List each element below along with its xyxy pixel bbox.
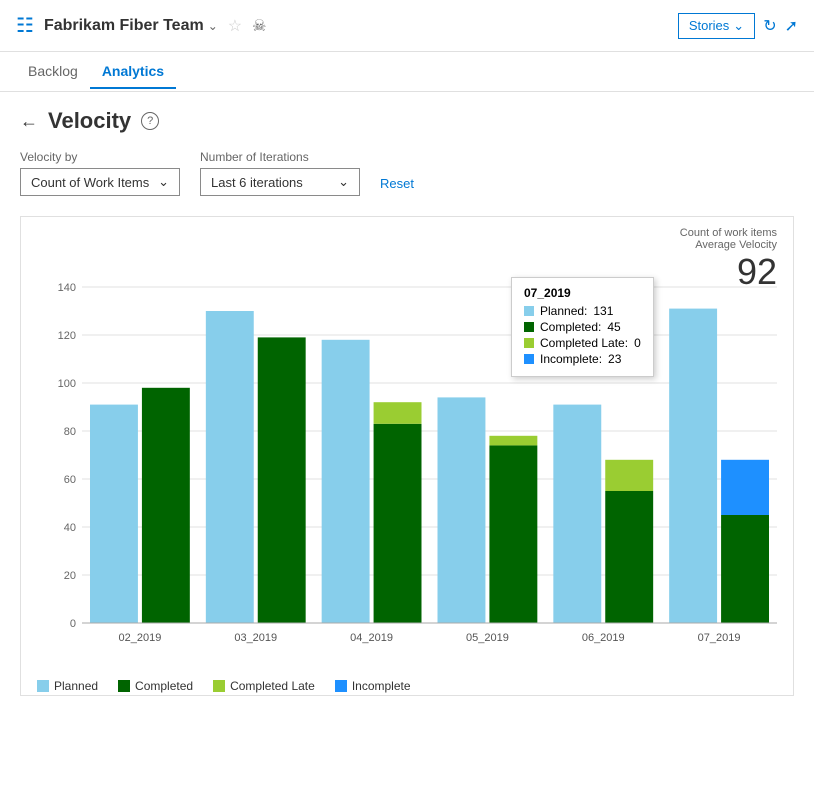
tooltip-box: 07_2019 Planned: 131 Completed: 45 Compl… <box>511 277 654 377</box>
legend-incomplete-color <box>335 680 347 692</box>
favorite-icon[interactable]: ☆ <box>228 16 242 36</box>
svg-text:100: 100 <box>58 378 76 390</box>
iterations-dropdown[interactable]: Last 6 iterations ⌄ <box>200 168 360 196</box>
tooltip-completed-late-label: Completed Late: <box>540 336 628 350</box>
legend-completed-late-label: Completed Late <box>230 679 315 693</box>
back-arrow-icon[interactable]: ← <box>20 111 38 132</box>
tooltip-completed-label: Completed: <box>540 320 601 334</box>
header-right: Stories ⌄ ↻ ➚ <box>678 13 798 39</box>
svg-text:02_2019: 02_2019 <box>119 632 162 644</box>
iterations-chevron-icon: ⌄ <box>338 174 349 190</box>
header: ☷ Fabrikam Fiber Team ⌄ ☆ ☠ Stories ⌄ ↻ … <box>0 0 814 52</box>
iterations-value: Last 6 iterations <box>211 175 303 190</box>
legend-incomplete-label: Incomplete <box>352 679 411 693</box>
chart-legend: Planned Completed Completed Late Incompl… <box>37 671 777 693</box>
svg-text:140: 140 <box>58 282 76 294</box>
legend-planned-label: Planned <box>54 679 98 693</box>
tooltip-title: 07_2019 <box>524 286 641 300</box>
people-icon[interactable]: ☠ <box>252 16 266 36</box>
velocity-by-chevron-icon: ⌄ <box>158 174 169 190</box>
velocity-by-label: Velocity by <box>20 150 180 164</box>
tooltip-completed-dot <box>524 322 534 332</box>
nav-tabs: Backlog Analytics <box>0 52 814 92</box>
svg-text:80: 80 <box>64 426 76 438</box>
team-name: Fabrikam Fiber Team <box>44 17 204 35</box>
tab-analytics[interactable]: Analytics <box>90 55 176 89</box>
tooltip-completed-late-dot <box>524 338 534 348</box>
velocity-by-dropdown[interactable]: Count of Work Items ⌄ <box>20 168 180 196</box>
legend-completed-late: Completed Late <box>213 679 315 693</box>
legend-planned: Planned <box>37 679 98 693</box>
help-icon[interactable]: ? <box>141 112 159 130</box>
stories-chevron-icon: ⌄ <box>733 18 744 34</box>
legend-completed-late-color <box>213 680 225 692</box>
summary-value: 92 <box>680 251 777 293</box>
svg-text:03_2019: 03_2019 <box>234 632 277 644</box>
tooltip-incomplete-dot <box>524 354 534 364</box>
tooltip-incomplete: Incomplete: 23 <box>524 352 641 366</box>
tooltip-planned-label: Planned: <box>540 304 587 318</box>
tooltip-incomplete-value: 23 <box>608 352 621 366</box>
stories-label: Stories <box>689 18 729 33</box>
velocity-by-value: Count of Work Items <box>31 175 149 190</box>
app-icon: ☷ <box>16 13 34 38</box>
iterations-label: Number of Iterations <box>200 150 360 164</box>
tooltip-planned-value: 131 <box>593 304 613 318</box>
team-chevron-icon[interactable]: ⌄ <box>208 19 218 33</box>
page-title-row: ← Velocity ? <box>20 108 794 134</box>
controls-row: Velocity by Count of Work Items ⌄ Number… <box>20 150 794 196</box>
stories-button[interactable]: Stories ⌄ <box>678 13 755 39</box>
summary-label1: Count of work items <box>680 227 777 239</box>
legend-completed: Completed <box>118 679 193 693</box>
tooltip-completed-value: 45 <box>607 320 620 334</box>
tooltip-planned: Planned: 131 <box>524 304 641 318</box>
chart-summary: Count of work items Average Velocity 92 <box>680 227 777 293</box>
svg-text:60: 60 <box>64 474 76 486</box>
chart-container: Count of work items Average Velocity 92 … <box>20 216 794 696</box>
svg-text:0: 0 <box>70 618 76 630</box>
legend-incomplete: Incomplete <box>335 679 411 693</box>
tooltip-completed-late-value: 0 <box>634 336 641 350</box>
page-title: Velocity <box>48 108 131 134</box>
tooltip-planned-dot <box>524 306 534 316</box>
tooltip-completed: Completed: 45 <box>524 320 641 334</box>
legend-completed-color <box>118 680 130 692</box>
svg-text:20: 20 <box>64 570 76 582</box>
svg-text:06_2019: 06_2019 <box>582 632 625 644</box>
expand-icon[interactable]: ➚ <box>785 16 798 36</box>
reset-button[interactable]: Reset <box>380 171 414 196</box>
svg-text:05_2019: 05_2019 <box>466 632 509 644</box>
page-content: ← Velocity ? Velocity by Count of Work I… <box>0 92 814 712</box>
tab-backlog[interactable]: Backlog <box>16 55 90 89</box>
svg-text:07_2019: 07_2019 <box>698 632 741 644</box>
legend-planned-color <box>37 680 49 692</box>
svg-text:120: 120 <box>58 330 76 342</box>
refresh-icon[interactable]: ↻ <box>763 16 776 36</box>
svg-text:40: 40 <box>64 522 76 534</box>
velocity-by-group: Velocity by Count of Work Items ⌄ <box>20 150 180 196</box>
tooltip-incomplete-label: Incomplete: <box>540 352 602 366</box>
velocity-chart: 0 20 40 60 80 100 120 140 02_2019 03_2019 04_2019 0… <box>37 243 797 663</box>
legend-completed-label: Completed <box>135 679 193 693</box>
iterations-group: Number of Iterations Last 6 iterations ⌄ <box>200 150 360 196</box>
tooltip-completed-late: Completed Late: 0 <box>524 336 641 350</box>
svg-text:04_2019: 04_2019 <box>350 632 393 644</box>
summary-label2: Average Velocity <box>680 239 777 251</box>
